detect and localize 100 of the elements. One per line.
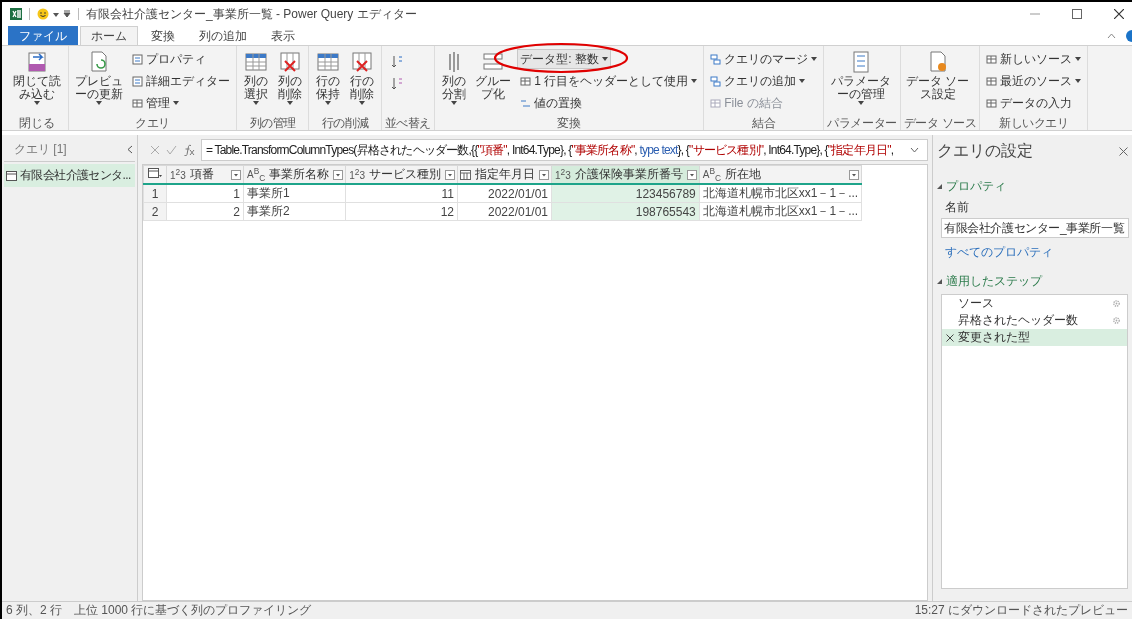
formula-text: , Int64.Type}, {: [763, 142, 828, 157]
caret-icon[interactable]: [53, 11, 59, 17]
table-cell: 12: [345, 202, 458, 221]
column-header[interactable]: 1$^{2}$3 項番: [166, 165, 244, 185]
section-heading: プロパティ: [946, 178, 1006, 195]
table-cell: 11: [345, 184, 458, 203]
ribbon-button[interactable]: 新しいソース: [983, 49, 1085, 69]
ribbon-group-label: データ ソース: [903, 116, 977, 130]
sort-icon[interactable]: [390, 55, 403, 69]
close-icon[interactable]: [1114, 9, 1124, 19]
collapse-triangle-icon[interactable]: [937, 184, 942, 189]
ribbon-tab[interactable]: ホーム: [80, 26, 138, 45]
query-item[interactable]: 有限会社介護センタ...: [4, 164, 135, 187]
query-name: 有限会社介護センタ...: [20, 167, 131, 184]
table-cell: 1: [166, 184, 244, 203]
sort-icon[interactable]: [390, 77, 403, 91]
step-name: ソース: [958, 295, 995, 312]
table-icon: [986, 75, 998, 87]
filter-button[interactable]: [333, 169, 344, 180]
filter-button[interactable]: [849, 169, 860, 180]
ribbon-tab[interactable]: ファイル: [8, 26, 78, 45]
append-icon: [710, 75, 722, 87]
help-icon[interactable]: [1126, 29, 1132, 42]
customize-icon[interactable]: [63, 10, 71, 18]
ribbon-button[interactable]: 閉じて読み込む: [9, 49, 65, 115]
applied-step[interactable]: ソース: [942, 295, 1127, 312]
status-text: 6 列、2 行: [6, 602, 62, 619]
ribbon-button[interactable]: 行の削除: [345, 49, 378, 115]
column-header[interactable]: 1$^{2}$3 サービス種別: [345, 165, 458, 185]
ribbon-button[interactable]: クエリの追加: [707, 71, 809, 91]
table-cell: 2022/01/01: [457, 184, 552, 203]
filter-button[interactable]: [445, 169, 455, 180]
ribbon-button[interactable]: データの入力: [983, 93, 1076, 113]
table-cell: 北海道札幌市北区xx1－1－...: [699, 184, 862, 203]
settings-title: クエリの設定: [937, 141, 1033, 161]
ribbon-group-label: 並べ替え: [384, 116, 431, 130]
ribbon-button[interactable]: 行の保持: [312, 49, 344, 115]
formula-text: "事業所名称": [571, 142, 635, 157]
filter-button[interactable]: [539, 169, 549, 180]
formula-field[interactable]: = Table.TransformColumnTypes(昇格されたヘッダー数,{{"項番", Int64.Type}, {"事業所名称", type text}, {"サービス種別", Int64.Type}, {"指定年月日",: [201, 139, 928, 161]
applied-step[interactable]: 昇格されたヘッダー数: [942, 312, 1127, 329]
ribbon-tab[interactable]: 変換: [140, 26, 186, 45]
column-header[interactable]: A$^{B}$$_{C}$ 事業所名称: [243, 165, 346, 185]
ribbon-button[interactable]: 値の置換: [517, 93, 586, 113]
ribbon-button[interactable]: 管理: [129, 93, 183, 113]
ribbon-button[interactable]: プレビューの更新: [71, 49, 128, 115]
ribbon-button[interactable]: クエリのマージ: [707, 49, 821, 69]
table-menu-icon[interactable]: [148, 167, 162, 179]
ribbon-button[interactable]: 列の削除: [273, 49, 306, 115]
all-properties-link[interactable]: すべてのプロパティ: [945, 244, 1128, 261]
expand-icon[interactable]: [910, 147, 919, 153]
ribbon-button[interactable]: 最近のソース: [983, 71, 1085, 91]
formula-text: ,: [890, 142, 894, 157]
formula-text: ,: [634, 142, 638, 157]
ribbon-group-label: 変換: [556, 116, 582, 130]
applied-step[interactable]: 変更された型: [942, 329, 1127, 346]
step-name: 変更された型: [958, 329, 1031, 346]
ribbon-button[interactable]: 1 行目をヘッダーとして使用: [517, 71, 701, 91]
function-icon[interactable]: [183, 144, 195, 156]
table-icon: [132, 97, 144, 109]
ribbon-tab[interactable]: 表示: [260, 26, 306, 45]
ribbon-button[interactable]: パラメーターの管理: [827, 49, 895, 115]
ribbon-button[interactable]: 詳細エディター: [129, 71, 234, 91]
smiley-icon[interactable]: [37, 8, 49, 20]
replace-icon: [520, 97, 532, 109]
column-header[interactable]: 1$^{2}$3 介護保険事業所番号: [551, 165, 700, 185]
ribbon-button[interactable]: データ型: 整数: [517, 49, 611, 69]
status-text: 上位 1000 行に基づく列のプロファイリング: [74, 602, 312, 619]
formula-text: , Int64.Type}, {: [506, 142, 572, 157]
collapse-icon[interactable]: [127, 145, 133, 154]
name-field[interactable]: 有限会社介護センター_事業所一覧: [941, 218, 1129, 238]
cancel-icon[interactable]: [150, 145, 160, 155]
table-cell: 2: [166, 202, 244, 221]
ribbon-tab[interactable]: 列の追加: [188, 26, 258, 45]
close-icon[interactable]: [1119, 147, 1128, 156]
ribbon-button[interactable]: グループ化: [471, 49, 516, 115]
filter-button[interactable]: [686, 169, 697, 180]
collapse-triangle-icon[interactable]: [937, 279, 942, 284]
ribbon-button[interactable]: プロパティ: [129, 49, 210, 69]
ribbon-group-label: 結合: [751, 116, 777, 130]
formula-text: "項番": [477, 142, 507, 157]
filter-button[interactable]: [231, 169, 241, 180]
formula-text: "サービス種別": [689, 142, 764, 157]
maximize-icon[interactable]: [1072, 9, 1082, 19]
table-icon: [520, 75, 532, 87]
collapse-ribbon-icon[interactable]: [1107, 32, 1116, 39]
ribbon-button[interactable]: データ ソース設定: [903, 49, 972, 115]
delete-icon[interactable]: [946, 333, 954, 342]
check-icon[interactable]: [166, 145, 177, 155]
table-cell: 事業所2: [243, 202, 346, 221]
column-header[interactable]: 指定年月日: [457, 165, 552, 185]
column-header[interactable]: A$^{B}$$_{C}$ 所在地: [699, 165, 862, 185]
ribbon-button[interactable]: 列の分割: [437, 49, 470, 115]
table-icon: [986, 53, 998, 65]
type-label: 1$^{2}$3: [348, 167, 365, 182]
ribbon-button[interactable]: 列の選択: [240, 49, 272, 115]
column-name: 項番: [189, 166, 215, 184]
column-name: 所在地: [725, 166, 763, 184]
ribbon-group-label: 新しいクエリ: [998, 116, 1070, 130]
ribbon-group-label: クエリ: [134, 116, 171, 130]
